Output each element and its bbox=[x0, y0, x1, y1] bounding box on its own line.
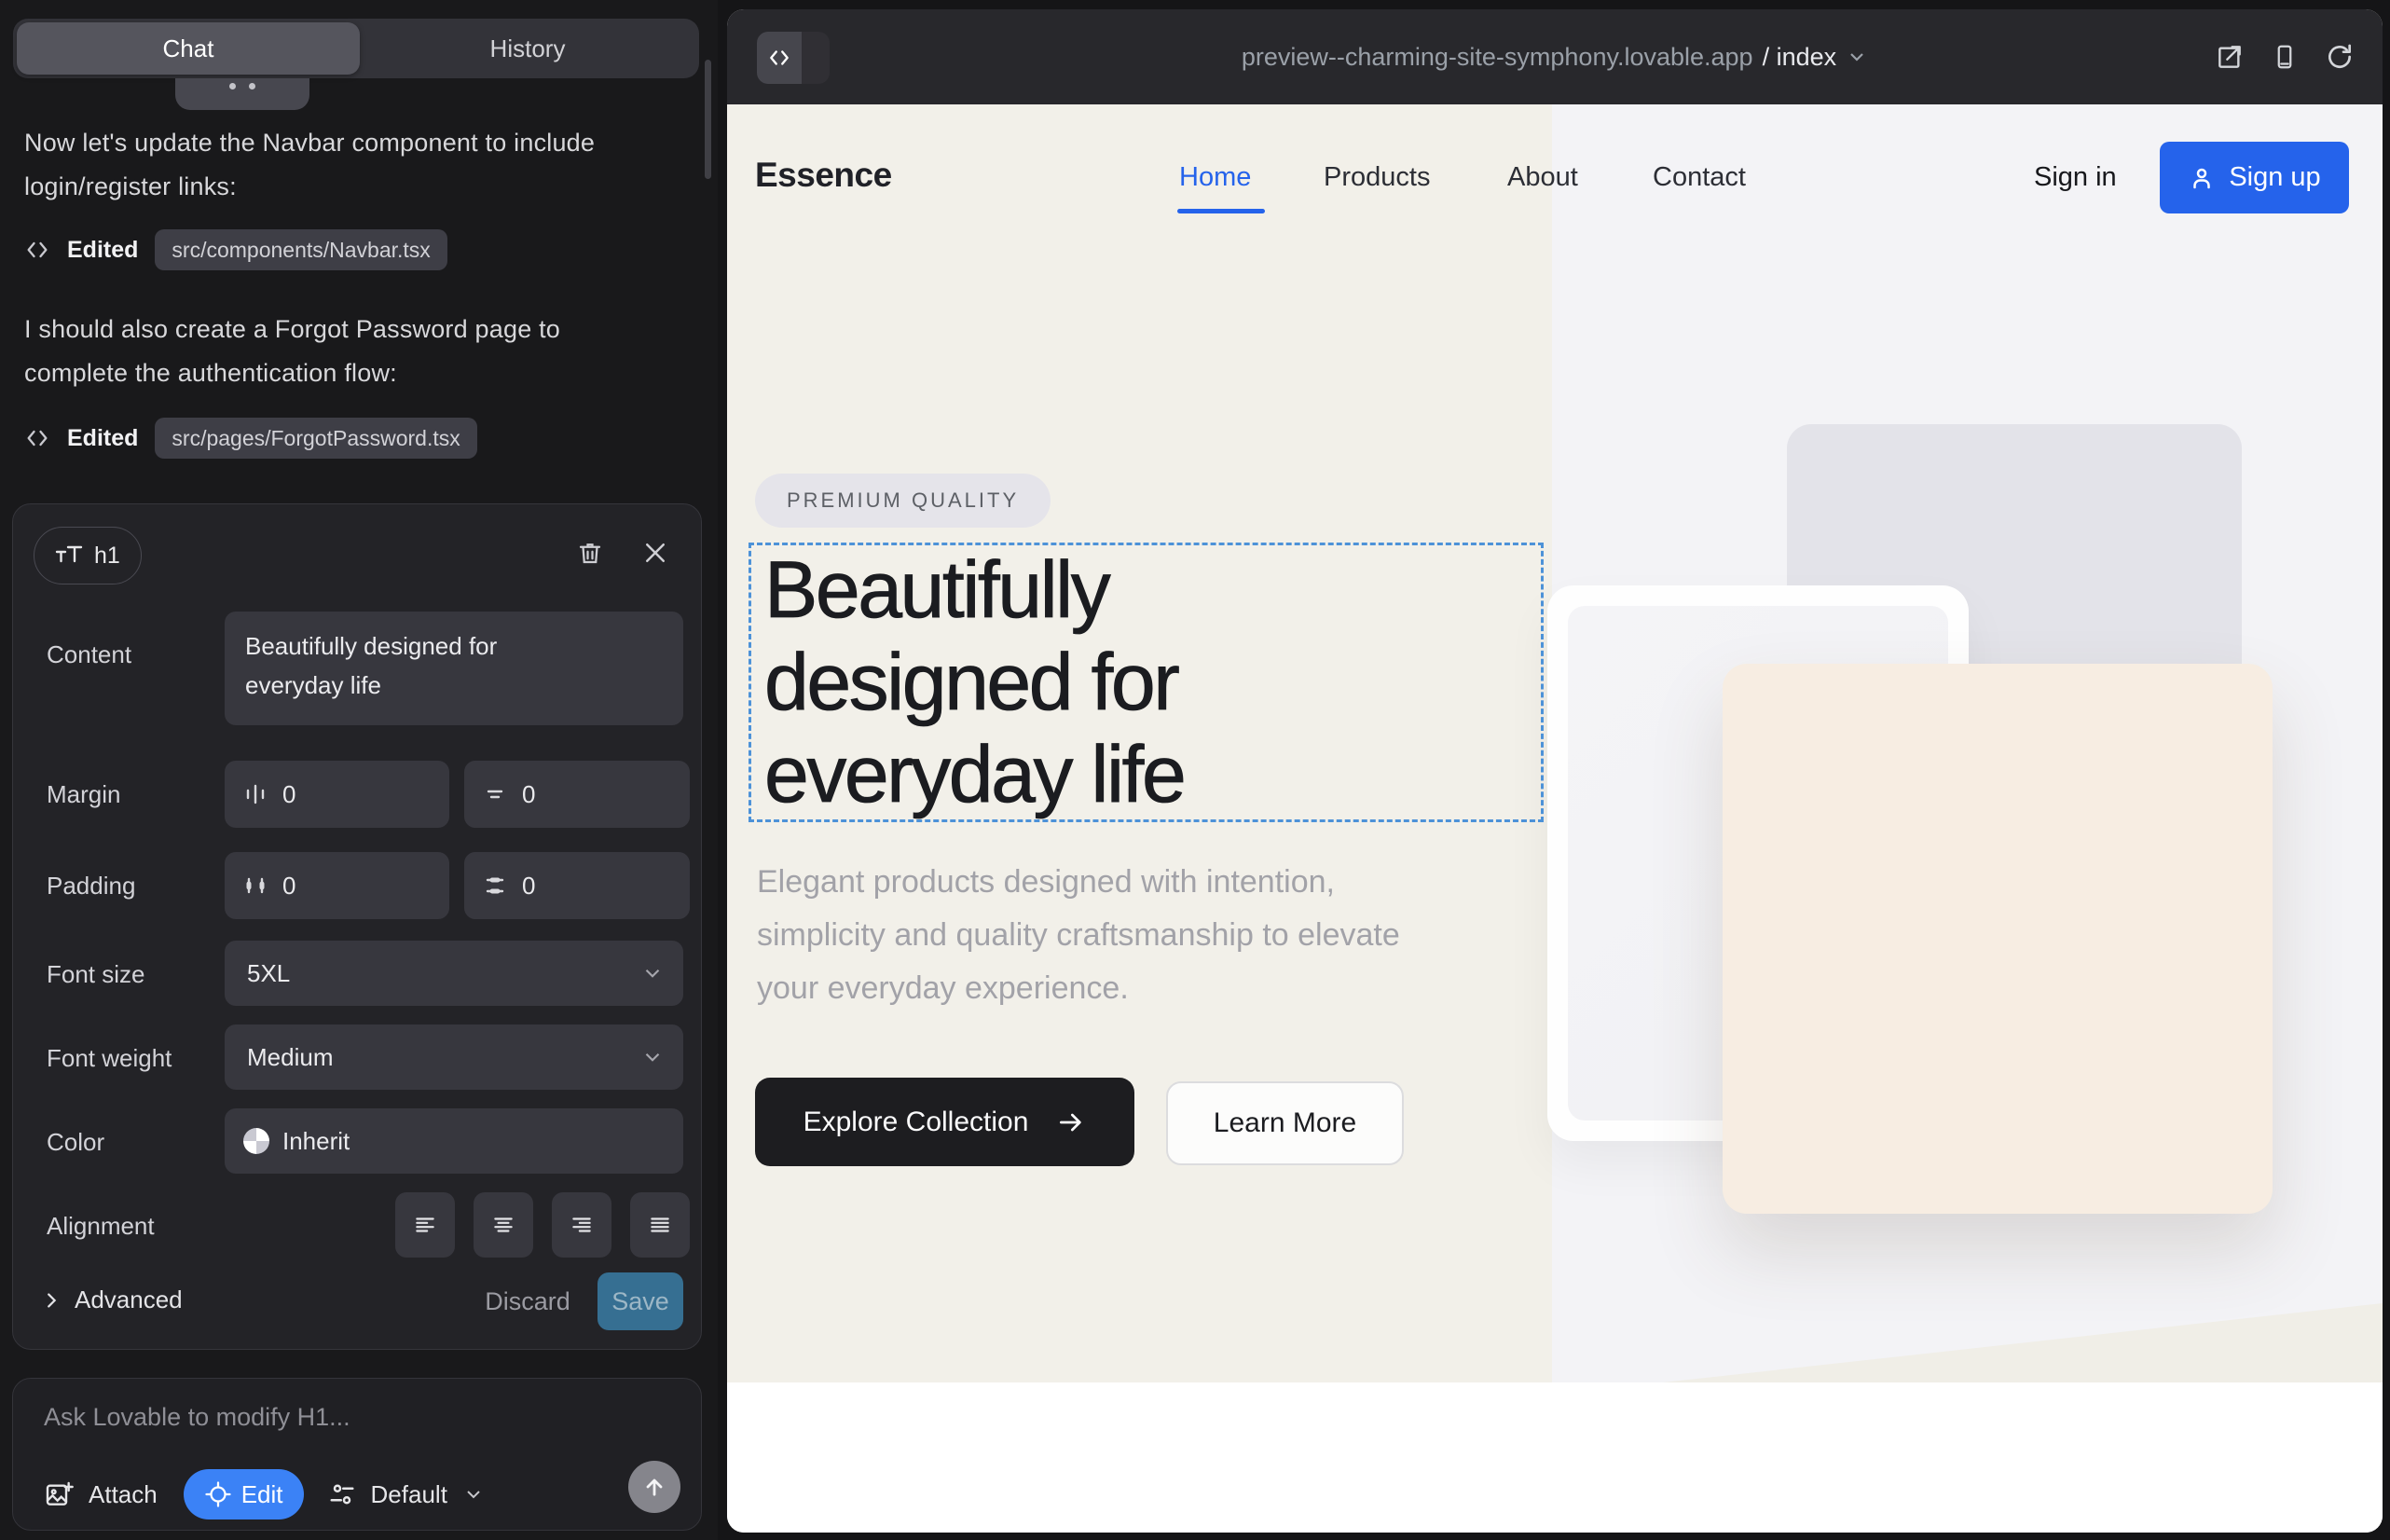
margin-vertical-icon bbox=[483, 781, 507, 807]
hero-badge: PREMIUM QUALITY bbox=[755, 474, 1051, 528]
nav-link-products[interactable]: Products bbox=[1324, 162, 1430, 193]
color-value: Inherit bbox=[282, 1127, 350, 1156]
close-panel-button[interactable] bbox=[641, 538, 673, 570]
chat-sidebar: Chat History Now let's update the Navbar… bbox=[0, 0, 718, 1540]
element-editor-panel: h1 Content Beautifully designed for ever… bbox=[12, 503, 702, 1350]
discard-button[interactable]: Discard bbox=[476, 1272, 579, 1330]
code-icon bbox=[24, 425, 50, 451]
padding-label: Padding bbox=[47, 872, 135, 901]
hero-description: Elegant products designed with intention… bbox=[757, 856, 1409, 1015]
code-icon bbox=[24, 237, 50, 263]
sliders-icon bbox=[328, 1480, 356, 1508]
align-left-button[interactable] bbox=[395, 1192, 455, 1258]
element-tag-badge: h1 bbox=[34, 527, 142, 584]
advanced-label: Advanced bbox=[75, 1286, 183, 1314]
font-weight-label: Font weight bbox=[47, 1044, 172, 1073]
chat-history-tabs: Chat History bbox=[13, 19, 699, 78]
margin-horizontal-icon bbox=[243, 781, 268, 807]
padding-y-input[interactable]: 0 bbox=[464, 852, 690, 919]
edited-file-row[interactable]: Edited src/pages/ForgotPassword.tsx bbox=[24, 418, 477, 459]
color-swatch bbox=[243, 1128, 269, 1154]
content-input[interactable]: Beautifully designed for everyday life bbox=[225, 612, 683, 725]
mode-select[interactable]: Default bbox=[371, 1480, 447, 1509]
padding-x-value: 0 bbox=[282, 872, 295, 901]
tab-chat[interactable]: Chat bbox=[17, 22, 360, 75]
refresh-icon[interactable] bbox=[2325, 42, 2355, 72]
chat-scrollbar[interactable] bbox=[705, 60, 711, 179]
font-weight-value: Medium bbox=[247, 1043, 333, 1072]
composer-placeholder[interactable]: Ask Lovable to modify H1... bbox=[44, 1403, 350, 1432]
attach-label[interactable]: Attach bbox=[89, 1480, 158, 1509]
chevron-down-icon bbox=[640, 961, 665, 985]
learn-more-button[interactable]: Learn More bbox=[1166, 1081, 1404, 1165]
sign-up-button[interactable]: Sign up bbox=[2160, 142, 2349, 213]
chevron-down-icon bbox=[640, 1045, 665, 1069]
open-external-icon[interactable] bbox=[2215, 42, 2245, 72]
target-icon bbox=[204, 1480, 232, 1508]
assistant-message: I should also create a Forgot Password p… bbox=[24, 308, 644, 395]
color-select[interactable]: Inherit bbox=[225, 1108, 683, 1174]
active-nav-underline bbox=[1177, 209, 1265, 213]
save-button[interactable]: Save bbox=[598, 1272, 683, 1330]
element-tag: h1 bbox=[94, 543, 120, 570]
padding-y-value: 0 bbox=[522, 872, 535, 901]
delete-element-button[interactable] bbox=[576, 538, 608, 570]
mobile-view-icon[interactable] bbox=[2271, 42, 2299, 72]
user-icon bbox=[2188, 164, 2216, 192]
align-justify-button[interactable] bbox=[630, 1192, 690, 1258]
nav-link-about[interactable]: About bbox=[1507, 162, 1578, 193]
url-path: / index bbox=[1763, 43, 1837, 72]
explore-collection-button[interactable]: Explore Collection bbox=[755, 1078, 1134, 1166]
sign-in-link[interactable]: Sign in bbox=[2034, 162, 2117, 193]
edited-label: Edited bbox=[67, 237, 138, 264]
edit-mode-button[interactable]: Edit bbox=[184, 1469, 304, 1519]
preview-window: preview--charming-site-symphony.lovable.… bbox=[727, 9, 2383, 1533]
chevron-down-icon bbox=[462, 1483, 485, 1506]
decorative-card-beige bbox=[1723, 664, 2273, 1214]
font-size-value: 5XL bbox=[247, 959, 290, 988]
type-icon bbox=[55, 543, 83, 568]
padding-horizontal-icon bbox=[243, 873, 268, 899]
file-path-pill[interactable]: src/pages/ForgotPassword.tsx bbox=[155, 418, 476, 459]
chevron-right-icon bbox=[41, 1290, 62, 1311]
nav-link-home[interactable]: Home bbox=[1179, 162, 1251, 193]
font-weight-select[interactable]: Medium bbox=[225, 1024, 683, 1090]
margin-label: Margin bbox=[47, 780, 120, 809]
margin-y-value: 0 bbox=[522, 780, 535, 809]
alignment-label: Alignment bbox=[47, 1212, 155, 1241]
edited-label: Edited bbox=[67, 425, 138, 452]
site-logo[interactable]: Essence bbox=[755, 156, 892, 195]
content-value: Beautifully designed for everyday life bbox=[245, 626, 567, 705]
url-domain: preview--charming-site-symphony.lovable.… bbox=[1242, 43, 1753, 72]
file-path-pill[interactable]: src/components/Navbar.tsx bbox=[155, 229, 446, 270]
padding-x-input[interactable]: 0 bbox=[225, 852, 449, 919]
margin-y-input[interactable]: 0 bbox=[464, 761, 690, 828]
font-size-label: Font size bbox=[47, 960, 145, 989]
nav-link-contact[interactable]: Contact bbox=[1653, 162, 1746, 193]
align-right-button[interactable] bbox=[552, 1192, 611, 1258]
chevron-down-icon bbox=[1846, 46, 1868, 68]
edited-file-row[interactable]: Edited src/components/Navbar.tsx bbox=[24, 229, 447, 270]
hero-heading[interactable]: Beautifully designed for everyday life bbox=[764, 544, 1184, 821]
arrow-right-icon bbox=[1056, 1107, 1086, 1137]
site-preview: Essence Home Products About Contact Sign… bbox=[727, 104, 2383, 1533]
tab-history[interactable]: History bbox=[360, 19, 695, 78]
browser-chrome: preview--charming-site-symphony.lovable.… bbox=[727, 9, 2383, 104]
margin-x-input[interactable]: 0 bbox=[225, 761, 449, 828]
assistant-message: Now let's update the Navbar component to… bbox=[24, 121, 644, 209]
advanced-toggle[interactable]: Advanced bbox=[41, 1286, 183, 1314]
attach-icon[interactable] bbox=[44, 1479, 74, 1509]
chat-composer[interactable]: Ask Lovable to modify H1... Attach Edit … bbox=[12, 1378, 702, 1531]
scrolled-badge-fragment bbox=[175, 78, 309, 110]
content-label: Content bbox=[47, 640, 131, 669]
padding-vertical-icon bbox=[483, 873, 507, 899]
margin-x-value: 0 bbox=[282, 780, 295, 809]
send-button[interactable] bbox=[628, 1461, 680, 1513]
font-size-select[interactable]: 5XL bbox=[225, 941, 683, 1006]
color-label: Color bbox=[47, 1128, 104, 1157]
align-center-button[interactable] bbox=[474, 1192, 533, 1258]
url-bar[interactable]: preview--charming-site-symphony.lovable.… bbox=[727, 9, 2383, 104]
